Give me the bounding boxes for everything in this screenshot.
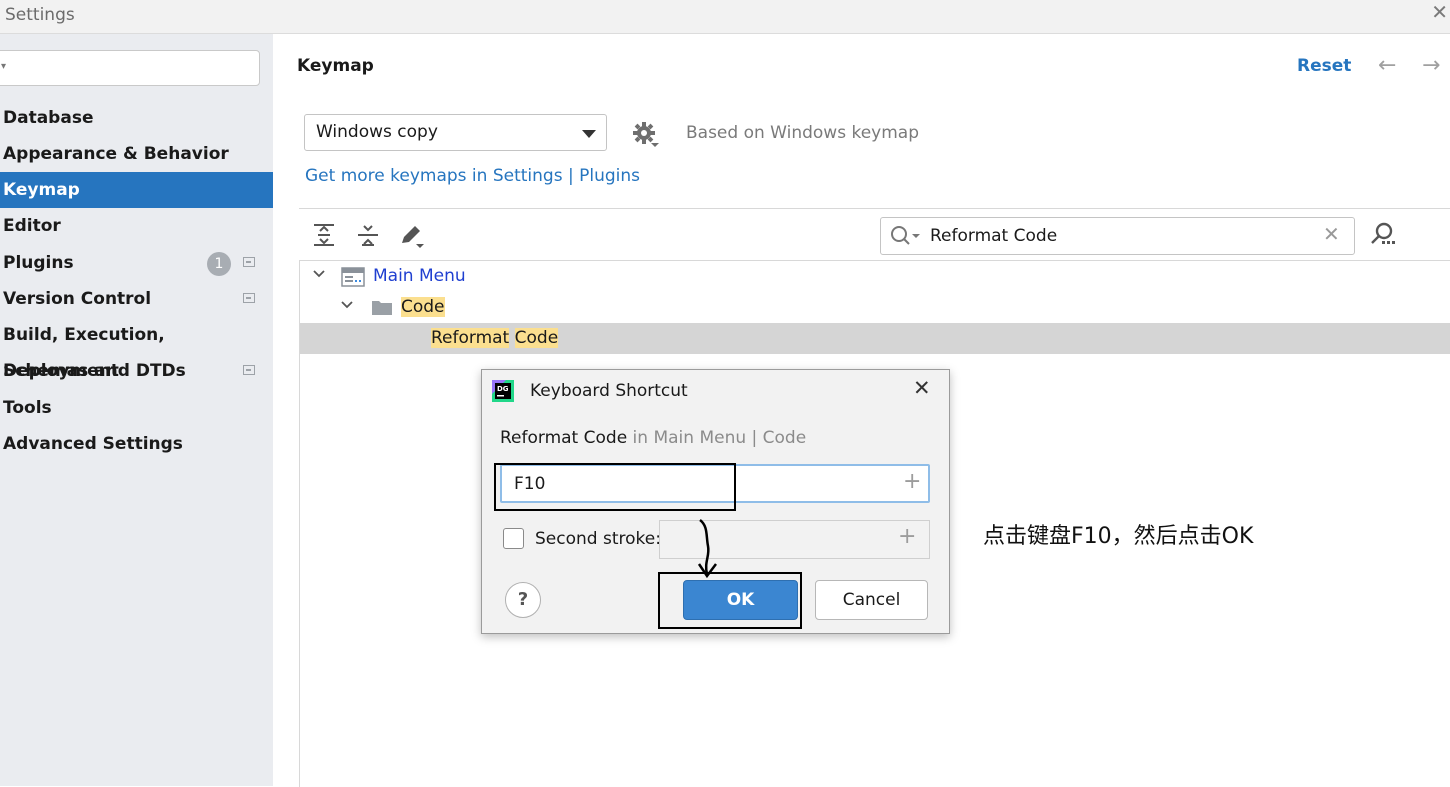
section-divider — [299, 208, 1450, 209]
reset-link[interactable]: Reset — [1297, 56, 1351, 76]
sidebar-item-editor[interactable]: Editor — [0, 208, 273, 244]
window-close-icon[interactable]: ✕ — [1431, 0, 1448, 24]
sidebar-item-label: Appearance & Behavior — [3, 144, 229, 164]
keymap-select[interactable]: Windows copy — [304, 114, 607, 151]
tree-row-main-menu[interactable]: Main Menu — [300, 261, 1450, 292]
window-title-bar: Settings ✕ — [0, 0, 1450, 34]
sidebar-item-label: Version Control — [3, 289, 152, 309]
chevron-down-icon[interactable] — [340, 298, 354, 316]
dialog-action-description: Reformat Code in Main Menu | Code — [500, 428, 806, 448]
action-path: in Main Menu | Code — [627, 428, 807, 448]
get-more-keymaps-link[interactable]: Get more keymaps in Settings | Plugins — [305, 166, 640, 186]
project-level-icon — [243, 293, 255, 303]
tree-row-code[interactable]: Code — [300, 292, 1450, 323]
shortcut-filter-input[interactable]: Reformat Code ✕ — [880, 217, 1355, 255]
sidebar-item-version-control[interactable]: Version Control — [0, 281, 273, 317]
cancel-button[interactable]: Cancel — [815, 580, 928, 620]
second-stroke-label: Second stroke: — [535, 529, 661, 549]
first-stroke-value: F10 — [514, 474, 546, 494]
plugins-update-badge: 1 — [207, 252, 231, 276]
folder-icon — [371, 298, 393, 320]
dialog-title: Keyboard Shortcut — [530, 381, 688, 401]
add-stroke-icon[interactable]: + — [903, 469, 921, 494]
first-stroke-field[interactable]: F10 + — [500, 464, 930, 503]
filter-value: Reformat Code — [930, 226, 1058, 246]
page-title: Keymap — [297, 56, 374, 76]
tree-row-reformat-code[interactable]: Reformat Code — [300, 323, 1450, 354]
annotation-instruction-text: 点击键盘F10，然后点击OK — [983, 524, 1254, 549]
sidebar-item-schemas-dtds[interactable]: Schemas and DTDs — [0, 353, 273, 389]
clear-icon[interactable]: ✕ — [1323, 222, 1340, 246]
project-level-icon — [243, 365, 255, 375]
based-on-label: Based on Windows keymap — [686, 123, 919, 143]
keymap-select-value: Windows copy — [316, 122, 438, 142]
sidebar-item-label: Plugins — [3, 253, 74, 273]
sidebar-item-tools[interactable]: Tools — [0, 390, 273, 426]
sidebar-item-database[interactable]: Database — [0, 100, 273, 136]
sidebar-item-advanced-settings[interactable]: Advanced Settings — [0, 426, 273, 462]
search-icon[interactable] — [890, 225, 920, 251]
sidebar-item-label: Advanced Settings — [3, 434, 183, 454]
forward-arrow-icon[interactable]: → — [1422, 53, 1440, 78]
tree-label-main-menu: Main Menu — [373, 266, 466, 286]
svg-text:DG: DG — [497, 385, 509, 393]
gear-icon[interactable] — [631, 120, 661, 154]
settings-sidebar: ▾ Database Appearance & Behavior Keymap … — [0, 34, 273, 786]
close-icon[interactable]: ✕ — [913, 376, 931, 400]
sidebar-item-label: Keymap — [3, 180, 80, 200]
edit-icon[interactable] — [399, 223, 425, 253]
keyboard-shortcut-dialog: DG Keyboard Shortcut ✕ Reformat Code in … — [481, 369, 950, 634]
action-name: Reformat Code — [500, 428, 628, 448]
annotation-arrow-icon — [690, 518, 730, 584]
search-options-icon[interactable]: ▾ — [1, 61, 6, 72]
ok-button[interactable]: OK — [683, 580, 798, 620]
second-stroke-checkbox[interactable] — [503, 528, 524, 549]
window-title: Settings — [5, 5, 75, 25]
datagrip-logo-icon: DG — [492, 380, 514, 402]
sidebar-item-build-execution-deployment[interactable]: Build, Execution, Deployment — [0, 317, 273, 381]
sidebar-item-appearance-behavior[interactable]: Appearance & Behavior — [0, 136, 273, 172]
dropdown-arrow-icon — [582, 130, 596, 138]
add-stroke-icon[interactable]: + — [898, 524, 916, 549]
tree-label-reformat-code: Reformat Code — [431, 328, 559, 348]
find-by-shortcut-icon[interactable] — [1369, 221, 1397, 253]
expand-all-icon[interactable] — [313, 223, 335, 251]
settings-search-input[interactable]: ▾ — [0, 50, 260, 86]
sidebar-item-label: Tools — [3, 398, 52, 418]
chevron-down-icon[interactable] — [312, 267, 326, 285]
menu-icon — [341, 267, 365, 291]
sidebar-item-plugins[interactable]: Plugins 1 — [0, 245, 273, 281]
project-level-icon — [243, 257, 255, 267]
sidebar-item-label: Schemas and DTDs — [3, 361, 186, 381]
help-button[interactable]: ? — [505, 582, 541, 618]
sidebar-item-keymap[interactable]: Keymap — [0, 172, 273, 208]
sidebar-item-label: Database — [3, 108, 94, 128]
back-arrow-icon[interactable]: ← — [1378, 53, 1396, 78]
collapse-all-icon[interactable] — [357, 223, 379, 251]
sidebar-item-label: Editor — [3, 216, 61, 236]
tree-label-code: Code — [401, 297, 445, 317]
